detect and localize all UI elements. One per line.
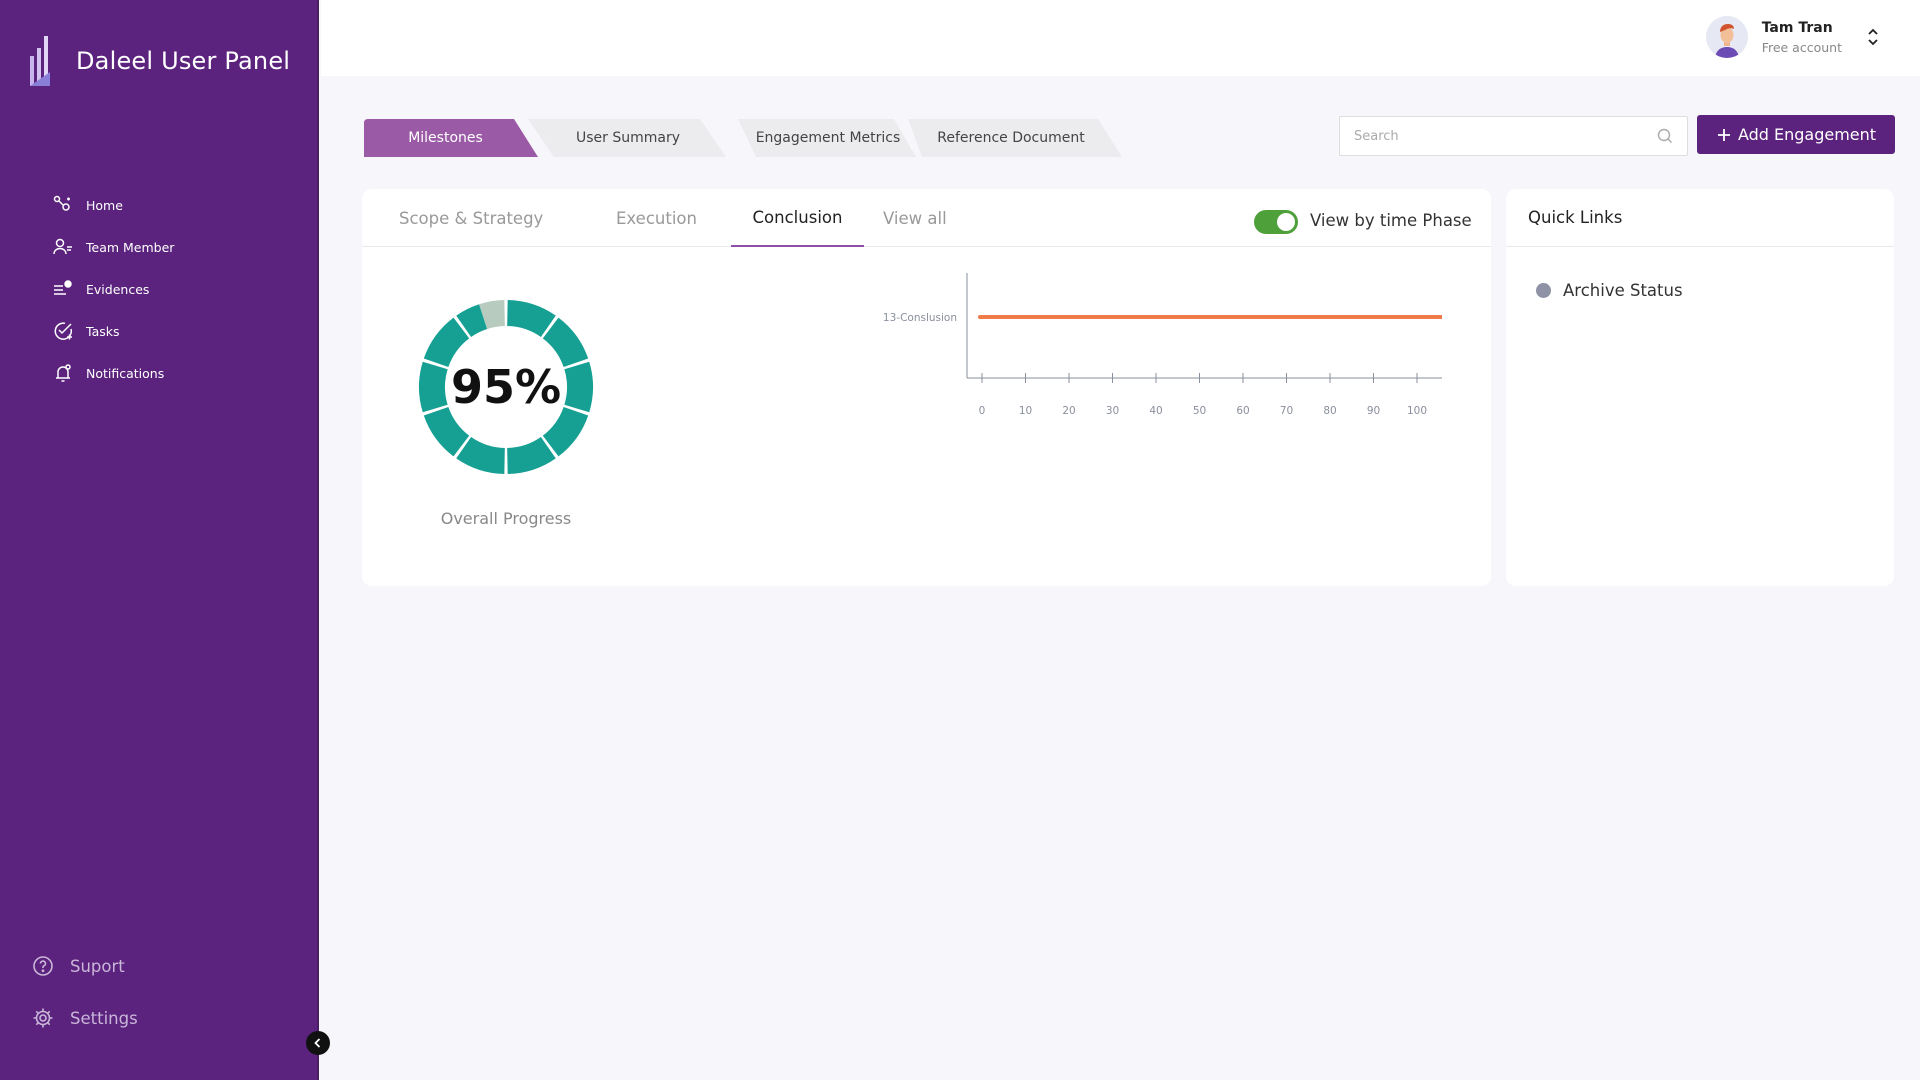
x-tick-label: 40 — [1149, 405, 1162, 417]
sidebar-item-label: Suport — [70, 956, 125, 976]
user-name: Tam Tran — [1761, 19, 1833, 36]
tab-label: Engagement Metrics — [755, 130, 901, 146]
evidences-icon — [54, 280, 72, 295]
quick-links-title: Quick Links — [1506, 189, 1894, 247]
collapse-sidebar-button[interactable] — [306, 1031, 330, 1055]
add-engagement-label: Add Engagement — [1737, 125, 1877, 144]
progress-label: Overall Progress — [440, 509, 572, 528]
brand-logo-icon — [30, 36, 50, 86]
user-plan: Free account — [1761, 39, 1842, 55]
avatar — [1705, 16, 1748, 58]
user-info: Tam Tran Free account — [1762, 20, 1842, 55]
sidebar-item-team-member[interactable]: Team Member — [52, 226, 174, 268]
add-engagement-button[interactable]: Add Engagement — [1697, 115, 1895, 154]
tab-milestones[interactable]: Milestones — [364, 119, 539, 157]
brand: Daleel User Panel — [28, 34, 290, 88]
team-icon — [53, 238, 72, 255]
sidebar-nav: Home Team Member Evidences Tasks Notific… — [52, 184, 174, 394]
tab-label: Milestones — [408, 130, 483, 146]
quick-link-label: Archive Status — [1563, 281, 1683, 300]
milestones-card: Scope & Strategy Execution Conclusion Vi… — [362, 189, 1491, 586]
sidebar-item-settings[interactable]: Settings — [32, 992, 138, 1044]
subtab-view-all[interactable]: View all — [883, 189, 947, 247]
plus-icon — [1717, 128, 1730, 141]
tab-label: User Summary — [575, 130, 680, 146]
brand-name: Daleel User Panel — [76, 47, 291, 75]
x-tick-label: 50 — [1193, 405, 1206, 417]
status-dot-icon — [1536, 283, 1551, 298]
help-icon — [33, 956, 53, 976]
x-tick-label: 0 — [979, 405, 986, 417]
x-tick-label: 90 — [1367, 405, 1380, 417]
sidebar-item-notifications[interactable]: Notifications — [52, 352, 174, 394]
avatar-icon — [1705, 16, 1748, 58]
x-tick-label: 100 — [1407, 405, 1427, 417]
chevron-left-icon — [314, 1038, 321, 1048]
search-input[interactable] — [1354, 128, 1657, 144]
subtab-label: Execution — [616, 208, 697, 228]
sidebar-item-label: Notifications — [86, 365, 165, 381]
tab-engagement-metrics[interactable]: Engagement Metrics — [738, 119, 918, 157]
quick-link-archive-status[interactable]: Archive Status — [1536, 281, 1683, 300]
subtab-label: Scope & Strategy — [399, 208, 544, 228]
x-tick-label: 60 — [1236, 405, 1249, 417]
timeline-chart: 0 10 20 30 40 50 60 70 80 90 100 13-Conslusion — [883, 273, 1442, 417]
tasks-icon — [54, 322, 73, 340]
gear-icon — [33, 1008, 53, 1028]
sidebar-item-label: Settings — [70, 1008, 138, 1028]
sidebar-item-label: Evidences — [86, 281, 150, 297]
search-icon[interactable] — [1657, 128, 1673, 144]
subtab-label: View all — [883, 208, 947, 228]
quick-links-card: Quick Links Archive Status — [1506, 189, 1894, 586]
sidebar-item-label: Home — [86, 197, 123, 213]
sidebar-item-evidences[interactable]: Evidences — [52, 268, 174, 310]
sidebar: Daleel User Panel Home Team Member Evide… — [0, 0, 319, 1080]
tab-user-summary[interactable]: User Summary — [528, 119, 728, 157]
tab-reference-document[interactable]: Reference Document — [908, 119, 1124, 157]
x-tick-label: 20 — [1062, 405, 1075, 417]
phase-tabs: Scope & Strategy Execution Conclusion Vi… — [362, 189, 1491, 247]
toggle-label: View by time Phase — [1310, 211, 1472, 230]
time-phase-toggle[interactable] — [1254, 210, 1298, 234]
user-menu[interactable]: Tam Tran Free account — [1705, 16, 1880, 58]
toggle-knob — [1277, 213, 1295, 231]
subtab-execution[interactable]: Execution — [616, 189, 697, 247]
progress-value: 95% — [450, 360, 562, 414]
sidebar-item-home[interactable]: Home — [52, 184, 174, 226]
bell-icon — [56, 364, 71, 382]
home-icon — [53, 195, 70, 211]
timeline-bar — [978, 315, 1442, 319]
sidebar-item-label: Tasks — [86, 323, 120, 339]
tab-label: Reference Document — [937, 130, 1085, 146]
category-label: 13-Conslusion — [883, 312, 957, 324]
sidebar-item-support[interactable]: Suport — [32, 940, 138, 992]
chevron-up-down-icon[interactable] — [1866, 27, 1880, 47]
subtab-label: Conclusion — [752, 207, 843, 227]
x-tick-label: 30 — [1106, 405, 1119, 417]
sidebar-item-label: Team Member — [86, 239, 175, 255]
x-tick-label: 80 — [1323, 405, 1336, 417]
sidebar-item-tasks[interactable]: Tasks — [52, 310, 174, 352]
search-box — [1339, 116, 1688, 156]
x-tick-label: 10 — [1019, 405, 1032, 417]
subtab-conclusion[interactable]: Conclusion — [731, 189, 864, 247]
x-tick-label: 70 — [1280, 405, 1293, 417]
top-bar: Tam Tran Free account — [321, 0, 1920, 76]
subtab-scope-strategy[interactable]: Scope & Strategy — [399, 189, 543, 247]
sidebar-bottom-nav: Suport Settings — [32, 940, 138, 1044]
